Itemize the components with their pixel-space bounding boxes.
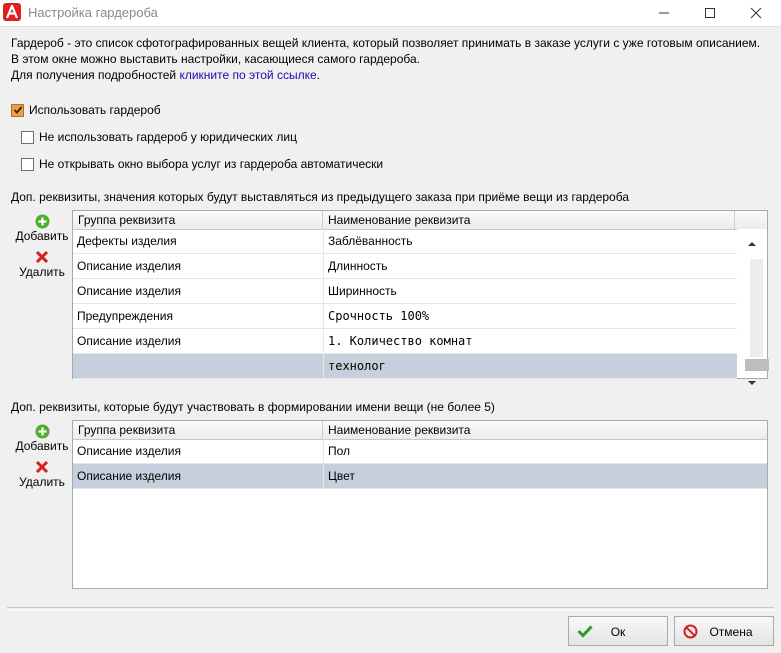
scroll-up-icon[interactable] — [747, 241, 757, 247]
cell-group: Описание изделия — [77, 259, 181, 273]
cell-name: Срочность 100% — [323, 304, 429, 328]
close-icon — [750, 7, 762, 19]
table-row-selected[interactable]: Описание изделия Цвет — [73, 464, 767, 489]
table-row[interactable]: Дефекты изделия Заблёванность — [73, 229, 737, 254]
scroll-thumb[interactable] — [745, 359, 769, 371]
cell-group: Описание изделия — [77, 334, 181, 348]
delete-icon — [35, 250, 49, 264]
minimize-button[interactable] — [641, 0, 687, 26]
section2-label: Доп. реквизиты, которые будут участвоват… — [11, 400, 495, 414]
column-header-group[interactable]: Группа реквизита — [73, 211, 323, 229]
delete-icon — [35, 460, 49, 474]
table-row[interactable]: Описание изделия Ширинность — [73, 279, 737, 304]
table-row[interactable]: Предупреждения Срочность 100% — [73, 304, 737, 329]
intro-line-3-prefix: Для получения подробностей — [11, 68, 180, 82]
scroll-down-icon[interactable] — [747, 380, 757, 386]
minimize-icon — [659, 12, 669, 14]
add-icon — [35, 424, 49, 438]
use-wardrobe-checkbox[interactable] — [11, 103, 24, 117]
section1-grid[interactable]: Группа реквизита Наименование реквизита … — [72, 210, 769, 385]
cell-name: Заблёванность — [323, 229, 413, 253]
cell-name: технолог — [323, 354, 386, 378]
section1-add-button[interactable]: Добавить — [12, 213, 72, 243]
cell-name: Пол — [323, 439, 350, 463]
section2-add-button[interactable]: Добавить — [12, 423, 72, 453]
section1-grid-header: Группа реквизита Наименование реквизита — [73, 211, 767, 230]
no-legal-entities-checkbox[interactable] — [21, 130, 34, 144]
intro-line-1: Гардероб - это список сфотографированных… — [11, 36, 761, 50]
maximize-icon — [705, 8, 715, 18]
section1-scrollbar[interactable] — [737, 229, 769, 385]
intro-text: Гардероб - это список сфотографированных… — [11, 35, 760, 83]
footer-separator — [7, 607, 774, 611]
title-bar: Настройка гардероба — [0, 0, 781, 27]
add-icon — [35, 214, 49, 228]
cell-name: 1. Количество комнат — [323, 329, 473, 353]
no-auto-open-label: Не открывать окно выбора услуг из гардер… — [39, 157, 384, 171]
cell-name: Цвет — [323, 464, 355, 488]
intro-line-3-suffix: . — [316, 68, 320, 82]
window-title: Настройка гардероба — [28, 5, 158, 20]
section2-delete-label: Удалить — [19, 475, 65, 489]
scroll-track[interactable] — [750, 259, 763, 357]
column-header-group[interactable]: Группа реквизита — [73, 421, 323, 439]
section2-add-label: Добавить — [15, 439, 69, 453]
dialog-body: Гардероб - это список сфотографированных… — [0, 27, 781, 653]
section1-label: Доп. реквизиты, значения которых будут в… — [11, 190, 629, 204]
no-auto-open-checkbox[interactable] — [21, 157, 34, 171]
column-header-name[interactable]: Наименование реквизита — [323, 421, 767, 439]
intro-line-3: Для получения подробностей кликните по э… — [11, 67, 760, 83]
use-wardrobe-label: Использовать гардероб — [29, 103, 161, 117]
details-link[interactable]: кликните по этой ссылке — [179, 68, 316, 82]
cell-name: Ширинность — [323, 279, 397, 303]
no-legal-entities-option[interactable]: Не использовать гардероб у юридических л… — [21, 130, 297, 144]
column-header-name[interactable]: Наименование реквизита — [323, 211, 735, 229]
section2-grid[interactable]: Группа реквизита Наименование реквизита … — [72, 420, 768, 589]
cancel-label: Отмена — [709, 625, 753, 639]
intro-line-2: В этом окне можно выставить настройки, к… — [11, 52, 420, 66]
cell-group: Описание изделия — [77, 284, 181, 298]
cell-group: Предупреждения — [77, 309, 173, 323]
app-logo-icon — [3, 3, 21, 21]
ok-label: Ок — [610, 625, 626, 639]
section2-grid-header: Группа реквизита Наименование реквизита — [73, 421, 767, 440]
table-row[interactable]: Описание изделия Пол — [73, 439, 767, 464]
section2-delete-button[interactable]: Удалить — [12, 459, 72, 489]
cell-name: Длинность — [323, 254, 388, 278]
close-button[interactable] — [733, 0, 779, 26]
maximize-button[interactable] — [687, 0, 733, 26]
cell-group: Дефекты изделия — [77, 234, 177, 248]
section1-delete-label: Удалить — [19, 265, 65, 279]
section1-add-label: Добавить — [15, 229, 69, 243]
section1-delete-button[interactable]: Удалить — [12, 249, 72, 279]
cancel-button[interactable]: Отмена — [674, 616, 774, 646]
no-legal-entities-label: Не использовать гардероб у юридических л… — [39, 130, 297, 144]
no-auto-open-option[interactable]: Не открывать окно выбора услуг из гардер… — [21, 157, 383, 171]
use-wardrobe-option[interactable]: Использовать гардероб — [11, 103, 161, 117]
checkmark-icon — [13, 106, 22, 114]
cell-group: Описание изделия — [77, 444, 181, 458]
table-row-selected[interactable]: технолог — [73, 354, 737, 379]
cell-group: Описание изделия — [77, 469, 181, 483]
table-row[interactable]: Описание изделия Длинность — [73, 254, 737, 279]
ok-button[interactable]: Ок — [568, 616, 668, 646]
cell-group — [73, 354, 323, 378]
table-row[interactable]: Описание изделия 1. Количество комнат — [73, 329, 737, 354]
